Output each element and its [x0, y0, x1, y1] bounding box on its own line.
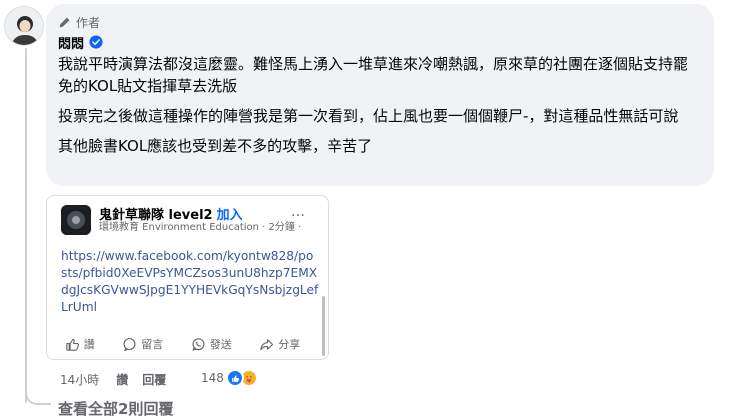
shared-post-actions: 讚 留言 發送 分享	[47, 329, 328, 359]
comment-icon	[123, 337, 136, 351]
more-options-icon[interactable]: …	[291, 204, 306, 220]
shared-post-card[interactable]: 鬼針草聯隊 level2 加入 環境教育 Environment Educatio…	[46, 195, 329, 360]
card-like-button[interactable]: 讚	[65, 336, 95, 352]
card-share-label: 分享	[278, 338, 301, 351]
avatar[interactable]	[4, 6, 44, 46]
whatsapp-icon	[192, 337, 205, 351]
avatar-image	[5, 7, 43, 45]
comment-paragraph-1: 我說平時演算法都沒這麼靈。難怪馬上湧入一堆草進來冷嘲熱諷，原來草的社團在逐個貼支…	[58, 55, 689, 95]
shared-post-link[interactable]: https://www.facebook.com/kyontw828/posts…	[61, 248, 319, 316]
view-all-replies-link[interactable]: 查看全部2則回覆	[58, 398, 173, 419]
shared-post-header: 鬼針草聯隊 level2 加入 環境教育 Environment Educatio…	[47, 196, 328, 244]
author-badge: 作者	[58, 14, 700, 30]
comment-paragraph-3: 其他臉書KOL應該也受到差不多的攻擊，辛苦了	[58, 137, 373, 155]
card-send-button[interactable]: 發送	[191, 336, 232, 352]
group-avatar-image	[61, 205, 91, 235]
card-comment-label: 留言	[141, 338, 164, 351]
thread-elbow	[25, 380, 51, 405]
thread-line	[25, 48, 27, 403]
comment-time[interactable]: 14小時	[60, 371, 99, 388]
thumbs-up-icon	[66, 338, 79, 351]
group-avatar[interactable]	[61, 205, 91, 235]
comment-paragraph-2: 投票完之後做這種操作的陣營我是第一次看到，佔上風也要一個個鞭尸-，對這種品性無話…	[58, 107, 679, 125]
author-badge-label: 作者	[76, 15, 101, 30]
comment-reply-button[interactable]: 回覆	[142, 371, 166, 388]
verified-icon	[89, 35, 103, 49]
comment-bubble: 作者 悶悶 我說平時演算法都沒這麼靈。難怪馬上湧入一堆草進來冷嘲熱諷，原來草的社…	[46, 4, 714, 186]
like-reaction-icon	[226, 369, 244, 387]
card-send-label: 發送	[209, 338, 232, 351]
comment-like-button[interactable]: 讚	[116, 371, 128, 388]
reaction-icons[interactable]	[226, 369, 258, 387]
reaction-count[interactable]: 148	[201, 371, 224, 385]
share-icon	[260, 338, 274, 350]
card-like-label: 讚	[83, 338, 95, 351]
comment-meta: 14小時 讚 回覆	[60, 371, 166, 387]
author-name[interactable]: 悶悶	[58, 33, 84, 52]
card-comment-button[interactable]: 留言	[122, 336, 163, 352]
card-share-button[interactable]: 分享	[259, 336, 300, 352]
group-subtitle: 環境教育 Environment Education · 2分鐘 ·	[99, 222, 302, 233]
pen-icon	[59, 17, 70, 27]
